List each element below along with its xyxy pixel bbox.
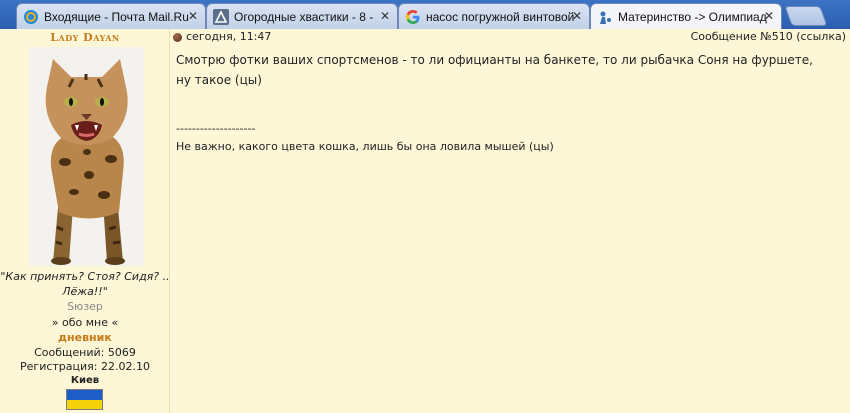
triangle-site-icon <box>213 8 229 25</box>
post-date: сегодня, 11:47 <box>186 30 272 43</box>
tab-title: Огородные хвастики - 8 - <box>234 9 374 24</box>
author-motto: "Как принять? Стоя? Сидя? .. Лёжа!!" <box>0 270 170 298</box>
post-number: Сообщение №510 (ссылка) <box>691 30 846 43</box>
forum-post: Lady Dayan "Как принять? Стоя? Сидя? .. … <box>0 29 850 413</box>
tab-title: насос погружной винтовой <box>426 9 575 24</box>
posts-count: Сообщений: 5069 <box>34 346 136 359</box>
browser-tab-strip: Входящие - Почта Mail.Ru ✕ Огородные хва… <box>0 0 850 29</box>
close-tab-icon[interactable]: ✕ <box>378 9 392 23</box>
tab-vegetables[interactable]: Огородные хвастики - 8 - ✕ <box>206 3 398 29</box>
ukraine-flag <box>66 389 103 410</box>
post-number-label: Сообщение №510 <box>690 30 793 43</box>
forum-site-icon <box>597 9 613 25</box>
tab-title: Входящие - Почта Mail.Ru <box>44 9 189 24</box>
author-name-link[interactable]: Lady Dayan <box>0 31 170 44</box>
about-me-link[interactable]: » обо мне « <box>0 316 170 329</box>
tab-mailru[interactable]: Входящие - Почта Mail.Ru ✕ <box>16 3 206 29</box>
post-signature: Не важно, какого цвета кошка, лишь бы он… <box>176 140 554 153</box>
tab-title: Материнство -> Олимпиад <box>618 9 767 24</box>
tab-forum-active[interactable]: Материнство -> Олимпиад ✕ <box>590 3 782 29</box>
tab-google-search[interactable]: насос погружной винтовой ✕ <box>398 3 590 29</box>
new-tab-button[interactable] <box>784 6 828 26</box>
mailru-icon <box>23 9 39 25</box>
diary-link[interactable]: дневник <box>0 331 170 344</box>
post-header: сегодня, 11:47 Сообщение №510 (ссылка) <box>172 30 846 44</box>
author-status: Sюзер <box>67 300 103 313</box>
post-text: Смотрю фотки ваших спортсменов - то ли о… <box>176 53 813 87</box>
author-avatar <box>29 47 144 266</box>
post-bullet-icon <box>173 33 182 42</box>
author-city: Киев <box>70 375 100 386</box>
registration-date: Регистрация: 22.02.10 <box>20 360 150 373</box>
bengal-cat-photo <box>29 47 144 266</box>
post-permalink[interactable]: (ссылка) <box>796 30 846 43</box>
signature-separator: -------------------- <box>176 122 256 135</box>
close-tab-icon[interactable]: ✕ <box>762 9 776 23</box>
close-tab-icon[interactable]: ✕ <box>570 9 584 23</box>
close-tab-icon[interactable]: ✕ <box>186 9 200 23</box>
google-icon <box>405 9 421 25</box>
author-panel: Lady Dayan "Как принять? Стоя? Сидя? .. … <box>0 29 170 413</box>
